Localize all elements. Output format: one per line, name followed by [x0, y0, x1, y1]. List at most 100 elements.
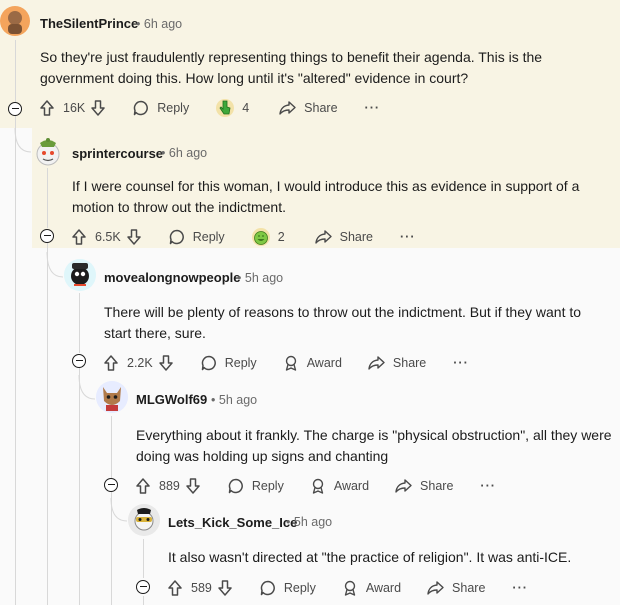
- upvote-button[interactable]: 6.5K: [72, 229, 121, 245]
- share-label: Share: [392, 356, 427, 370]
- award-label: Award: [333, 479, 370, 493]
- more-icon[interactable]: ···: [400, 230, 416, 244]
- laughing-award-icon: [251, 228, 270, 246]
- reply-button[interactable]: Reply: [260, 580, 316, 596]
- comment-actions: 2.2K Reply Award Share ···: [104, 352, 469, 374]
- reply-button[interactable]: Reply: [228, 478, 284, 494]
- timestamp[interactable]: • 5h ago: [211, 393, 257, 407]
- username[interactable]: MLGWolf69: [136, 392, 207, 407]
- reply-icon: [134, 100, 149, 116]
- downvote-icon[interactable]: [126, 229, 141, 245]
- collapse-icon[interactable]: [104, 478, 118, 492]
- share-button[interactable]: Share: [395, 479, 453, 493]
- upvote-button[interactable]: 889: [136, 478, 180, 494]
- comment-body: It also wasn't directed at "the practice…: [168, 549, 572, 565]
- reply-label: Reply: [224, 356, 257, 370]
- vote-count: 6.5K: [95, 230, 121, 244]
- reply-label: Reply: [283, 581, 316, 595]
- comment-actions: 589 Reply Award Share ···: [168, 577, 528, 599]
- comment-body: There will be plenty of reasons to throw…: [104, 304, 582, 341]
- separator: •: [211, 393, 216, 407]
- username[interactable]: movealongnowpeople: [104, 270, 241, 285]
- collapse-icon[interactable]: [8, 102, 22, 116]
- more-icon[interactable]: ···: [453, 356, 469, 370]
- more-icon[interactable]: ···: [365, 101, 381, 115]
- share-icon: [368, 356, 385, 370]
- separator: •: [161, 146, 166, 160]
- reply-button[interactable]: Reply: [201, 355, 257, 371]
- comment-actions: 889 Reply Award Share ···: [136, 475, 496, 497]
- share-icon: [279, 101, 296, 115]
- vote-count: 589: [191, 581, 212, 595]
- award-icon: [312, 478, 324, 494]
- downvote-icon[interactable]: [186, 478, 200, 494]
- avatar[interactable]: [128, 504, 160, 536]
- award-count: 4: [242, 101, 250, 115]
- vote-count: 2.2K: [127, 356, 153, 370]
- reply-button[interactable]: Reply: [133, 100, 189, 116]
- comment-body: So they're just fraudulently representin…: [40, 49, 543, 86]
- timestamp[interactable]: • 5h ago: [286, 515, 332, 529]
- timestamp[interactable]: • 5h ago: [237, 271, 283, 285]
- award-button[interactable]: Award: [283, 355, 342, 371]
- collapse-icon[interactable]: [40, 229, 54, 243]
- timestamp[interactable]: • 6h ago: [161, 146, 207, 160]
- award-label: Award: [306, 356, 342, 370]
- reply-icon: [169, 229, 184, 245]
- username[interactable]: sprintercourse: [72, 146, 163, 161]
- username[interactable]: Lets_Kick_Some_Ice: [168, 515, 297, 530]
- award-button[interactable]: Award: [342, 580, 401, 596]
- award-icon: [285, 355, 296, 371]
- vote-count: 889: [159, 479, 180, 493]
- avatar[interactable]: [96, 381, 128, 413]
- reply-button[interactable]: Reply: [169, 229, 225, 245]
- separator: •: [286, 515, 291, 529]
- downvote-icon[interactable]: [91, 100, 105, 116]
- more-icon[interactable]: ···: [480, 479, 496, 493]
- award-button[interactable]: Award: [310, 478, 369, 494]
- upvote-button[interactable]: 2.2K: [104, 355, 153, 371]
- downvote-icon[interactable]: [158, 355, 173, 371]
- share-button[interactable]: Share: [427, 581, 485, 595]
- share-icon: [427, 581, 444, 595]
- share-label: Share: [339, 230, 373, 244]
- comment-actions: 6.5K Reply 2 Share ···: [72, 226, 416, 248]
- upvote-icon[interactable]: [104, 355, 118, 371]
- upvote-icon[interactable]: [136, 478, 150, 494]
- share-button[interactable]: Share: [279, 101, 338, 115]
- reply-label: Reply: [251, 479, 284, 493]
- username[interactable]: TheSilentPrince: [40, 16, 138, 31]
- upvote-icon[interactable]: [40, 100, 54, 116]
- separator: •: [237, 271, 242, 285]
- award-label: Award: [365, 581, 402, 595]
- award-button[interactable]: 2: [251, 227, 285, 247]
- collapse-icon[interactable]: [72, 354, 86, 368]
- upvote-button[interactable]: 16K: [40, 100, 85, 116]
- share-button[interactable]: Share: [368, 356, 426, 370]
- award-button[interactable]: 4: [215, 98, 249, 118]
- award-icon: [344, 580, 356, 596]
- comment-actions: 16K Reply 4 Share ···: [40, 97, 380, 119]
- avatar[interactable]: [64, 259, 96, 291]
- avatar[interactable]: [32, 135, 64, 167]
- timestamp[interactable]: • 6h ago: [136, 17, 182, 31]
- comment-body: Everything about it frankly. The charge …: [136, 427, 612, 464]
- award-count: 2: [277, 230, 285, 244]
- timestamp-text: 5h ago: [218, 393, 258, 407]
- timestamp-text: 6h ago: [143, 17, 183, 31]
- timestamp-text: 6h ago: [168, 146, 208, 160]
- share-icon: [395, 479, 412, 493]
- reply-label: Reply: [157, 101, 190, 115]
- share-label: Share: [304, 101, 338, 115]
- collapse-icon[interactable]: [136, 580, 150, 594]
- hand-pointer-award-icon: [216, 99, 235, 117]
- upvote-button[interactable]: 589: [168, 580, 212, 596]
- upvote-icon[interactable]: [72, 229, 86, 245]
- reply-icon: [260, 580, 275, 596]
- upvote-icon[interactable]: [168, 580, 182, 596]
- separator: •: [136, 17, 141, 31]
- avatar[interactable]: [0, 6, 30, 36]
- share-button[interactable]: Share: [314, 230, 373, 244]
- more-icon[interactable]: ···: [512, 581, 528, 595]
- downvote-icon[interactable]: [218, 580, 232, 596]
